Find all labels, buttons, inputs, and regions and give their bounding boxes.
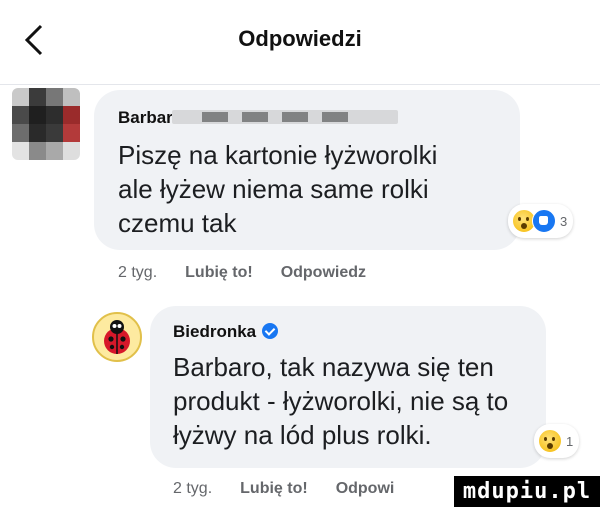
comment-time: 2 tyg. <box>173 480 213 497</box>
watermark-logo: mdupiu.pl <box>454 476 600 507</box>
avatar[interactable] <box>92 312 142 362</box>
verified-icon <box>262 323 279 339</box>
reaction-count: 1 <box>566 433 574 449</box>
comment-actions: 2 tyg. Lubię to! Odpowiedz <box>118 264 366 282</box>
like-link[interactable]: Lubię to! <box>240 480 308 498</box>
comment-text: Piszę na kartonie łyżworolki ale łyżew n… <box>118 138 498 240</box>
wow-reaction-icon <box>538 429 562 453</box>
reply-link[interactable]: Odpowi <box>336 480 395 498</box>
comment-text-line: Piszę na kartonie łyżworolki <box>118 140 438 170</box>
comment-text: Barbaro, tak nazywa się ten produkt - ły… <box>173 350 533 452</box>
comment-text-line: Barbaro, tak nazywa się ten <box>173 352 494 382</box>
comment-text-line: ale łyżew niema same rolki <box>118 174 429 204</box>
like-link[interactable]: Lubię to! <box>185 264 253 282</box>
comment-text-line: łyżwy na lód plus rolki. <box>173 420 432 450</box>
comment-text-line: produkt - łyżworolki, nie są to <box>173 386 509 416</box>
reply-link[interactable]: Odpowiedz <box>281 264 366 282</box>
reactions-summary[interactable]: 1 <box>534 424 580 458</box>
ladybug-icon <box>104 320 130 354</box>
comment-actions: 2 tyg. Lubię to! Odpowi <box>173 480 394 498</box>
redacted-name-bar <box>172 110 398 124</box>
header-bar: Odpowiedzi <box>0 0 600 85</box>
avatar[interactable] <box>12 88 80 160</box>
comment-text-line: czemu tak <box>118 208 237 238</box>
comment-time: 2 tyg. <box>118 264 158 281</box>
comment-author[interactable]: Biedronka <box>173 322 279 342</box>
reactions-summary[interactable]: 3 <box>508 204 574 238</box>
page-title: Odpowiedzi <box>238 26 362 51</box>
like-reaction-icon <box>532 209 556 233</box>
author-name: Biedronka <box>173 322 257 341</box>
reaction-count: 3 <box>560 213 568 229</box>
